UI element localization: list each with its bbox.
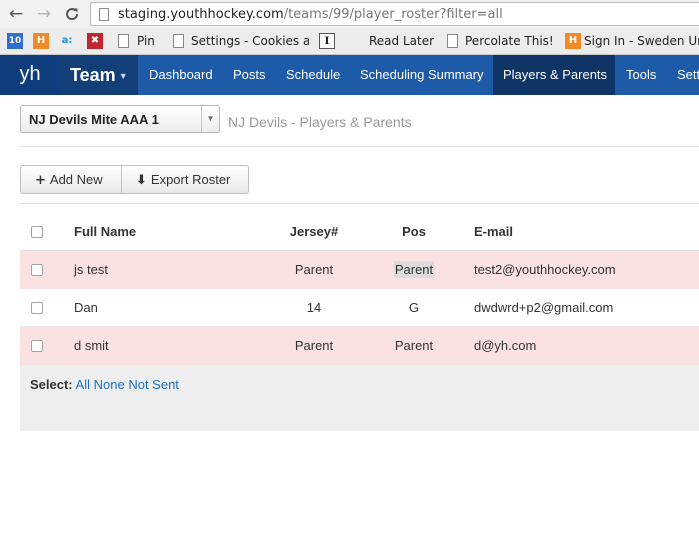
instapaper-bookmark-icon: I xyxy=(319,33,335,49)
cell-pos-value: Parent xyxy=(393,261,435,278)
forward-arrow-icon[interactable]: → xyxy=(34,4,54,24)
nav-posts[interactable]: Posts xyxy=(233,55,266,95)
select-arrow-icon: ▼ xyxy=(201,106,219,132)
select-not-sent-link[interactable]: Not Sent xyxy=(128,377,179,392)
add-new-button[interactable]: + Add New xyxy=(20,165,122,194)
col-jersey[interactable]: Jersey# xyxy=(276,213,352,251)
selection-bar: Select: All None Not Sent xyxy=(20,365,699,431)
percolate-doc-icon xyxy=(447,34,458,48)
page-icon xyxy=(99,8,109,21)
team-menu[interactable]: Team ▼ xyxy=(60,55,138,95)
url-path: /teams/99/player_roster?filter=all xyxy=(283,7,503,22)
nav-settings[interactable]: Setti xyxy=(677,55,699,95)
bookmark-settings-cookies[interactable]: Settings - Cookies a xyxy=(191,33,309,50)
bookmark-sign-in[interactable]: Sign In - Sweden Uni xyxy=(584,33,699,50)
calendar-bookmark-icon[interactable]: 10 xyxy=(7,33,23,49)
download-arrow-icon: ⬇ xyxy=(136,173,147,188)
table-row: d smit Parent Parent d@yh.com xyxy=(20,327,699,365)
settings-doc-icon xyxy=(173,34,184,48)
team-select[interactable]: NJ Devils Mite AAA 1 ▼ xyxy=(20,105,220,133)
address-bar[interactable]: staging.youthhockey.com/teams/99/player_… xyxy=(90,2,699,26)
cell-name[interactable]: d smit xyxy=(74,327,109,365)
export-roster-button[interactable]: ⬇ Export Roster xyxy=(121,165,249,194)
caret-down-icon: ▼ xyxy=(118,71,128,82)
cell-pos: Parent xyxy=(380,251,448,289)
col-pos[interactable]: Pos xyxy=(380,213,448,251)
select-all-checkbox[interactable] xyxy=(31,226,43,238)
add-new-label: Add New xyxy=(49,172,103,187)
back-arrow-icon[interactable]: ← xyxy=(6,4,26,24)
nav-players-parents[interactable]: Players & Parents xyxy=(493,55,615,95)
row-checkbox[interactable] xyxy=(31,340,43,352)
cell-email: d@yh.com xyxy=(474,338,537,353)
bookmark-pin[interactable]: Pin xyxy=(137,33,155,50)
logo[interactable]: yh xyxy=(0,55,60,95)
cell-name[interactable]: js test xyxy=(74,251,108,289)
col-full-name[interactable]: Full Name xyxy=(74,213,136,251)
nav-tools[interactable]: Tools xyxy=(626,55,656,95)
table-header: Full Name Jersey# Pos E-mail xyxy=(20,213,699,251)
divider xyxy=(20,203,699,204)
cell-pos: G xyxy=(408,300,420,315)
cell-name[interactable]: Dan xyxy=(74,289,98,327)
table-row: js test Parent Parent test2@youthhockey.… xyxy=(20,251,699,289)
cell-pos: Parent xyxy=(394,338,434,353)
reload-icon[interactable] xyxy=(62,4,82,24)
cell-jersey: 14 xyxy=(306,300,322,315)
cell-jersey: Parent xyxy=(294,338,334,353)
team-select-value: NJ Devils Mite AAA 1 xyxy=(29,112,159,127)
h-bookmark-icon-2: H xyxy=(565,33,581,49)
page-subtitle: NJ Devils - Players & Parents xyxy=(228,114,412,130)
url-host: staging.youthhockey.com xyxy=(118,7,284,22)
plus-icon: + xyxy=(35,173,46,188)
bookmarks-bar: 10 H a: ✖ Pin Settings - Cookies a I Rea… xyxy=(0,28,699,55)
main-nav: yh Team ▼ Dashboard Posts Schedule Schedu… xyxy=(0,55,699,95)
select-none-link[interactable]: None xyxy=(94,377,125,392)
amazon-bookmark-icon[interactable]: a: xyxy=(59,33,75,49)
pin-bookmark-icon[interactable]: ✖ xyxy=(87,33,103,49)
row-checkbox[interactable] xyxy=(31,264,43,276)
nav-dashboard[interactable]: Dashboard xyxy=(149,55,213,95)
select-all-link[interactable]: All xyxy=(76,377,90,392)
nav-schedule[interactable]: Schedule xyxy=(286,55,340,95)
bookmark-read-later[interactable]: Read Later xyxy=(369,33,434,50)
bookmark-percolate[interactable]: Percolate This! xyxy=(465,33,554,50)
table-row: Dan 14 G dwdwrd+p2@gmail.com xyxy=(20,289,699,327)
cell-email: dwdwrd+p2@gmail.com xyxy=(474,300,614,315)
pin-doc-icon xyxy=(118,34,129,48)
team-menu-label: Team xyxy=(70,65,116,85)
cell-email: test2@youthhockey.com xyxy=(474,262,616,277)
select-label: Select: xyxy=(30,377,73,392)
h-bookmark-icon[interactable]: H xyxy=(33,33,49,49)
col-email[interactable]: E-mail xyxy=(474,213,513,251)
cell-jersey: Parent xyxy=(294,262,334,277)
divider xyxy=(20,146,699,147)
browser-toolbar: ← → staging.youthhockey.com/teams/99/pla… xyxy=(0,0,699,28)
nav-scheduling-summary[interactable]: Scheduling Summary xyxy=(360,55,484,95)
export-roster-label: Export Roster xyxy=(150,172,231,187)
row-checkbox[interactable] xyxy=(31,302,43,314)
